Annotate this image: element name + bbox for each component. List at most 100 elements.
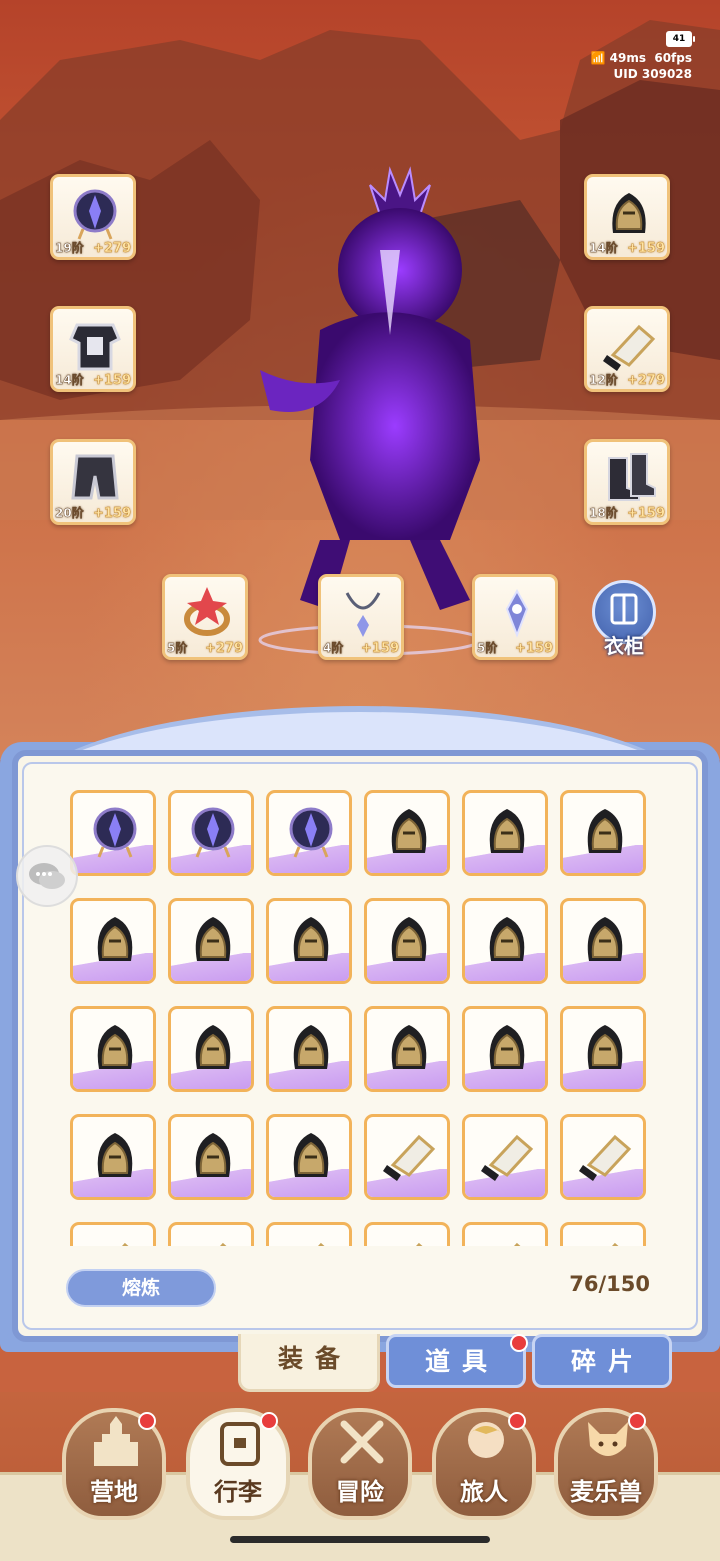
slot-bonus: +279 [204, 641, 243, 656]
slot-tier: 14阶 [55, 373, 84, 387]
knight-helmet-icon [489, 1025, 525, 1069]
status-overlay: 41 📶 49ms 60fps UID 309028 [580, 26, 695, 81]
inventory-item[interactable] [462, 1006, 548, 1092]
slot-bonus: +159 [626, 506, 665, 521]
inventory-item[interactable] [70, 898, 156, 984]
traveler-avatar-icon [468, 1422, 504, 1458]
knight-helmet-icon [195, 1133, 231, 1177]
inventory-item[interactable] [560, 898, 646, 984]
inventory-item[interactable] [560, 1222, 646, 1246]
nav-adventure-label: 冒险 [336, 1478, 384, 1506]
chat-button[interactable] [16, 845, 78, 907]
inventory-item[interactable] [168, 898, 254, 984]
inventory-item[interactable] [70, 790, 156, 876]
inventory-item[interactable] [70, 1114, 156, 1200]
slot-boots-right[interactable]: 18阶 +159 [584, 439, 670, 525]
inventory-item[interactable] [168, 1114, 254, 1200]
knight-helmet-icon [97, 917, 133, 961]
slot-bonus: +159 [514, 641, 553, 656]
gauntlet-icon [318, 1242, 325, 1246]
inventory-item[interactable] [266, 1006, 352, 1092]
chat-icon [29, 863, 65, 889]
slot-helmet-left[interactable]: 19阶 +279 [50, 174, 136, 260]
inventory-item[interactable] [266, 1222, 352, 1246]
fox-beast-icon [588, 1422, 628, 1456]
slot-ring[interactable]: 5阶 +279 [162, 574, 248, 660]
fps-text: 60fps [654, 51, 692, 65]
knight-helmet-icon [391, 809, 427, 853]
tab-items[interactable]: 道具 [386, 1334, 526, 1388]
items-notification-dot [510, 1334, 528, 1352]
inventory-item[interactable] [462, 790, 548, 876]
tab-equipment[interactable]: 装备 [238, 1334, 380, 1392]
nav-traveler-label: 旅人 [460, 1478, 508, 1506]
inventory-item[interactable] [462, 898, 548, 984]
orb-helmet-icon [191, 807, 235, 858]
slot-amulet[interactable]: 5阶 +159 [472, 574, 558, 660]
beast-notification-dot [628, 1412, 646, 1430]
inventory-item[interactable] [266, 790, 352, 876]
slot-tier: 5阶 [167, 641, 188, 655]
ring-icon [184, 587, 230, 636]
inventory-item[interactable] [560, 790, 646, 876]
knight-helmet-icon [587, 809, 623, 853]
slot-tier: 18阶 [589, 506, 618, 520]
uid-text: UID 309028 [613, 67, 692, 81]
slot-gauntlet-right[interactable]: 12阶 +279 [584, 306, 670, 392]
knight-helmet-icon [612, 193, 646, 233]
slot-tier: 14阶 [589, 241, 618, 255]
inventory-item[interactable] [364, 1114, 450, 1200]
inventory-item[interactable] [462, 1222, 548, 1246]
backpack-icon [220, 1422, 260, 1466]
inventory-item[interactable] [364, 790, 450, 876]
tab-fragments[interactable]: 碎片 [532, 1334, 672, 1388]
wifi-icon: 📶 [590, 51, 606, 65]
castle-icon [94, 1416, 138, 1466]
inventory-item[interactable] [560, 1006, 646, 1092]
knight-helmet-icon [195, 917, 231, 961]
inventory-item[interactable] [70, 1006, 156, 1092]
smelt-button[interactable]: 熔炼 [66, 1269, 216, 1307]
orb-helmet-icon [289, 807, 333, 858]
inventory-item[interactable] [70, 1222, 156, 1246]
nav-luggage-label: 行李 [214, 1478, 262, 1506]
nav-adventure[interactable]: 冒险 [308, 1408, 412, 1520]
gauntlet-icon [220, 1242, 227, 1246]
slot-armor-left[interactable]: 14阶 +159 [50, 306, 136, 392]
slot-helmet-right[interactable]: 14阶 +159 [584, 174, 670, 260]
inventory-item[interactable] [266, 898, 352, 984]
slot-tier: 5阶 [477, 641, 498, 655]
inventory-item[interactable] [168, 790, 254, 876]
slot-tier: 4阶 [323, 641, 344, 655]
gauntlet-icon [514, 1242, 521, 1246]
orb-helmet-icon [73, 189, 117, 240]
inventory-grid[interactable] [70, 788, 660, 1246]
inventory-item[interactable] [560, 1114, 646, 1200]
gauntlet-icon [579, 1134, 632, 1181]
slot-bonus: +279 [92, 241, 131, 256]
gauntlet-icon [416, 1242, 423, 1246]
inventory-item[interactable] [364, 898, 450, 984]
inventory-item[interactable] [168, 1006, 254, 1092]
ping-text: 49ms [609, 51, 646, 65]
boots-icon [608, 453, 656, 501]
inventory-item[interactable] [168, 1222, 254, 1246]
slot-tier: 20阶 [55, 506, 84, 520]
crossed-swords-icon [340, 1420, 384, 1464]
inventory-item[interactable] [462, 1114, 548, 1200]
necklace-icon [345, 592, 381, 637]
wardrobe-button[interactable]: 衣柜 [588, 580, 660, 658]
knight-helmet-icon [195, 1025, 231, 1069]
inventory-item[interactable] [266, 1114, 352, 1200]
inventory-capacity: 76/150 [569, 1272, 650, 1296]
slot-tier: 12阶 [589, 373, 618, 387]
slot-bonus: +159 [92, 506, 131, 521]
slot-bonus: +159 [626, 241, 665, 256]
slot-pants-left[interactable]: 20阶 +159 [50, 439, 136, 525]
gauntlet-icon [481, 1134, 534, 1181]
inventory-item[interactable] [364, 1222, 450, 1246]
pants-icon [71, 454, 119, 500]
slot-necklace[interactable]: 4阶 +159 [318, 574, 404, 660]
inventory-item[interactable] [364, 1006, 450, 1092]
knight-helmet-icon [293, 1025, 329, 1069]
